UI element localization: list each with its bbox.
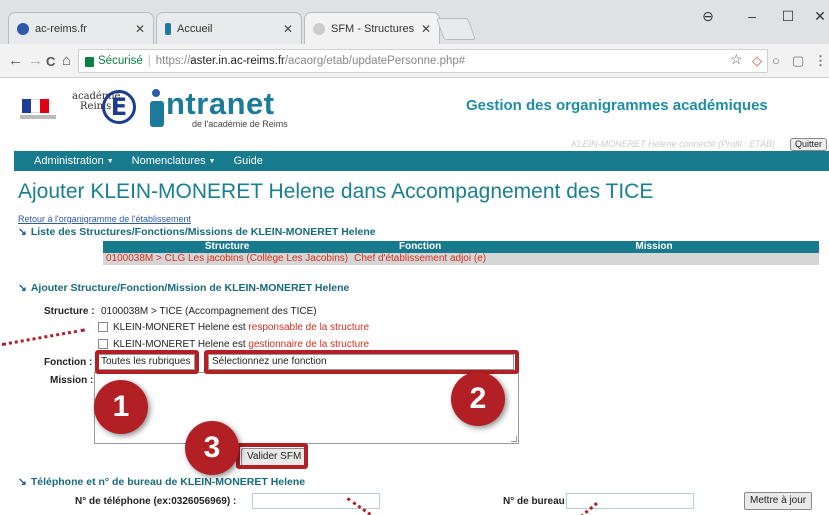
browser-tab-2[interactable]: Accueil ✕ [156,12,302,44]
caret-down-icon: ▼ [106,158,114,165]
structure-value: 0100038M > TICE (Accompagnement des TICE… [101,306,317,317]
menu-label: Nomenclatures [131,155,206,167]
close-tab-icon[interactable]: ✕ [283,22,293,36]
step-badge-1: 1 [94,380,148,434]
phone-label: N° de téléphone (ex:0326056969) : [75,496,237,507]
tab-title: ac-reims.fr [35,22,87,35]
main-menu: Administration ▼ Nomenclatures ▼ Guide [14,151,829,171]
url-separator: | [147,55,151,67]
highlight-valider [236,443,308,469]
responsable-label: KLEIN-MONERET Helene est responsable de … [113,322,370,333]
user-info: KLEIN-MONERET Helene connecté (Profil : … [571,139,775,149]
academie-reims-logo: académie Reims E [72,90,136,124]
bookmark-star-icon[interactable]: ☆ [730,51,743,68]
maximize-icon[interactable]: ☐ [778,8,798,25]
highlight-rubrique [95,350,199,374]
cell-fonction: Chef d'établissement adjoi (e) [351,253,490,265]
step-badge-2: 2 [451,372,505,426]
site-header: académie Reims E ntranet de l'académie d… [0,78,829,138]
section-title: Liste des Structures/Fonctions/Missions … [30,226,376,238]
address-bar: ← → C ⌂ Sécurisé | https:// aster.in.ac-… [0,44,829,78]
office-input[interactable] [566,493,694,509]
close-tab-icon[interactable]: ✕ [135,22,145,36]
menu-administration[interactable]: Administration ▼ [34,155,114,167]
column-header: Mission [489,241,819,253]
section-arrow-icon: ↘ [18,282,27,294]
extension-icon[interactable]: ◇ [752,53,762,69]
step-badge-3: 3 [185,421,239,475]
gestionnaire-checkbox[interactable] [98,339,108,349]
section-arrow-icon: ↘ [18,226,27,238]
structure-label: Structure : [44,306,95,317]
intranet-favicon-icon [165,22,171,35]
url-host: aster.in.ac-reims.fr [190,55,285,67]
lock-icon [85,57,94,67]
reload-icon[interactable]: C [46,54,55,69]
account-icon[interactable]: ⊖ [698,8,718,25]
forward-arrow-icon[interactable]: → [28,52,43,69]
section-title: Téléphone et n° de bureau de KLEIN-MONER… [30,476,306,488]
resize-grip-icon[interactable] [511,436,517,442]
close-tab-icon[interactable]: ✕ [421,22,431,36]
responsable-checkbox[interactable] [98,322,108,332]
url-path: /acaorg/etab/updatePersonne.php# [284,55,466,67]
tab-title: Accueil [177,22,213,35]
new-tab-button[interactable] [435,18,477,40]
browser-tab-3-active[interactable]: SFM - Structures de KLEI ✕ [304,12,440,44]
list-section-heading: ↘ Liste des Structures/Fonctions/Missions… [18,226,376,238]
app-title: Gestion des organigrammes académiques [466,97,768,114]
url-field[interactable]: Sécurisé | https:// aster.in.ac-reims.fr… [78,49,768,73]
add-section-heading: ↘ Ajouter Structure/Fonction/Mission de K… [18,282,349,294]
menu-guide[interactable]: Guide [234,155,263,167]
browser-tab-bar: ac-reims.fr ✕ Accueil ✕ SFM - Structures… [0,0,829,44]
menu-nomenclatures[interactable]: Nomenclatures ▼ [132,155,216,167]
user-line: KLEIN-MONERET Helene connecté (Profil : … [0,138,829,152]
caret-down-icon: ▼ [208,158,216,165]
table-header-row: Structure Fonction Mission [103,241,819,253]
intranet-subtitle: de l'académie de Reims [192,119,288,129]
column-header: Structure [103,241,352,253]
sfm-table: Structure Fonction Mission 0100038M > CL… [103,241,819,265]
academie-letter: E [102,90,136,124]
site-favicon-icon [17,22,29,35]
intranet-logo-text: ntranet [166,86,275,121]
highlight-fonction [204,350,519,374]
extension-icon[interactable]: ○ [772,53,780,68]
section-title: Ajouter Structure/Fonction/Mission de KL… [30,282,350,294]
section-arrow-icon: ↘ [18,476,27,488]
gestionnaire-label: KLEIN-MONERET Helene est gestionnaire de… [113,339,370,350]
close-window-icon[interactable]: ✕ [810,8,829,25]
column-header: Fonction [351,241,490,253]
back-to-organigramme-link[interactable]: Retour à l'organigramme de l'établisseme… [18,214,191,224]
fonction-label: Fonction : [44,357,93,368]
cell-structure: 0100038M > CLG Les jacobins (Collège Les… [103,253,352,265]
extension-icon[interactable]: ▢ [792,53,804,69]
back-arrow-icon[interactable]: ← [8,52,23,69]
annotation-dotted-arrow [1,328,85,346]
mission-label: Mission : [50,375,94,386]
cell-mission [489,253,819,265]
phone-section-heading: ↘ Téléphone et n° de bureau de KLEIN-MONE… [18,476,305,488]
quit-button[interactable]: Quitter [789,138,827,151]
page-title: Ajouter KLEIN-MONERET Helene dans Accomp… [18,180,654,203]
url-scheme: https:// [155,55,191,67]
browser-tab-1[interactable]: ac-reims.fr ✕ [8,12,154,44]
browser-menu-icon[interactable]: ⋮ [814,53,827,69]
page-favicon-icon [313,22,325,35]
menu-label: Guide [233,155,263,167]
secure-label: Sécurisé [98,55,143,67]
table-row[interactable]: 0100038M > CLG Les jacobins (Collège Les… [103,253,819,265]
menu-label: Administration [34,155,104,167]
tab-title: SFM - Structures de KLEI [331,22,415,35]
minimize-icon[interactable]: – [742,8,762,24]
home-icon[interactable]: ⌂ [62,52,71,69]
office-label: N° de bureau [503,496,565,507]
republique-francaise-logo [18,96,60,122]
update-button[interactable]: Mettre à jour [744,492,813,510]
